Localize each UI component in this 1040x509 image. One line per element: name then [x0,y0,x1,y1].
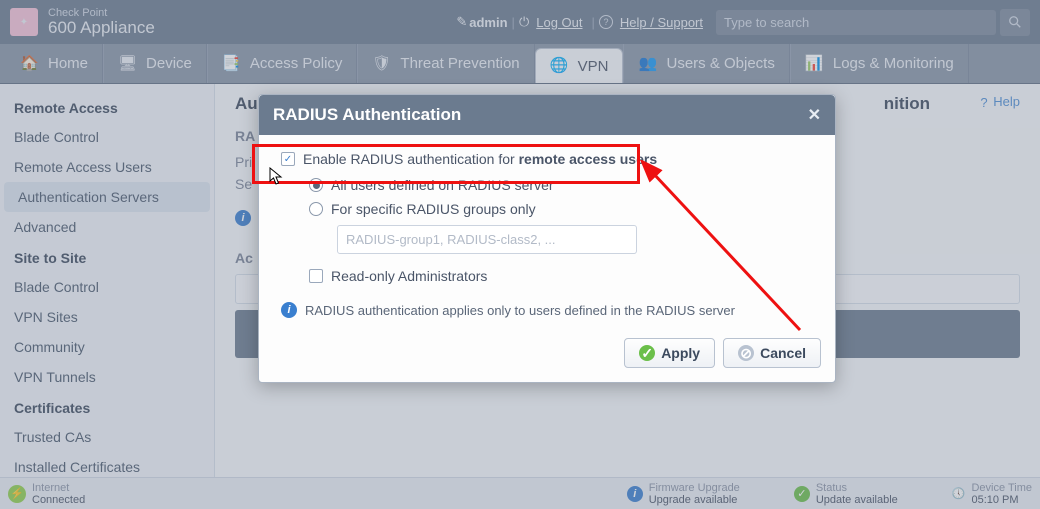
info-icon: i [281,302,297,318]
radio-specific-groups[interactable] [309,202,323,216]
cancel-icon: ⊘ [738,345,754,361]
radius-groups-input[interactable] [337,225,637,254]
enable-radius-checkbox[interactable]: ✓ [281,152,295,166]
cancel-button[interactable]: ⊘ Cancel [723,338,821,368]
dialog-info-text: RADIUS authentication applies only to us… [305,303,735,318]
dialog-title: RADIUS Authentication [273,105,461,125]
radio-all-users[interactable] [309,178,323,192]
dialog-title-bar: RADIUS Authentication ✕ [259,95,835,135]
radius-auth-dialog: RADIUS Authentication ✕ ✓ Enable RADIUS … [258,94,836,383]
readonly-admins-label: Read-only Administrators [331,268,487,284]
apply-button[interactable]: ✓ Apply [624,338,715,368]
dialog-close-button[interactable]: ✕ [808,105,821,125]
readonly-admins-checkbox[interactable]: ✓ [309,269,323,283]
enable-radius-label: Enable RADIUS authentication for remote … [303,151,657,167]
radio-all-users-label: All users defined on RADIUS server [331,177,554,193]
check-icon: ✓ [639,345,655,361]
radio-specific-groups-label: For specific RADIUS groups only [331,201,536,217]
